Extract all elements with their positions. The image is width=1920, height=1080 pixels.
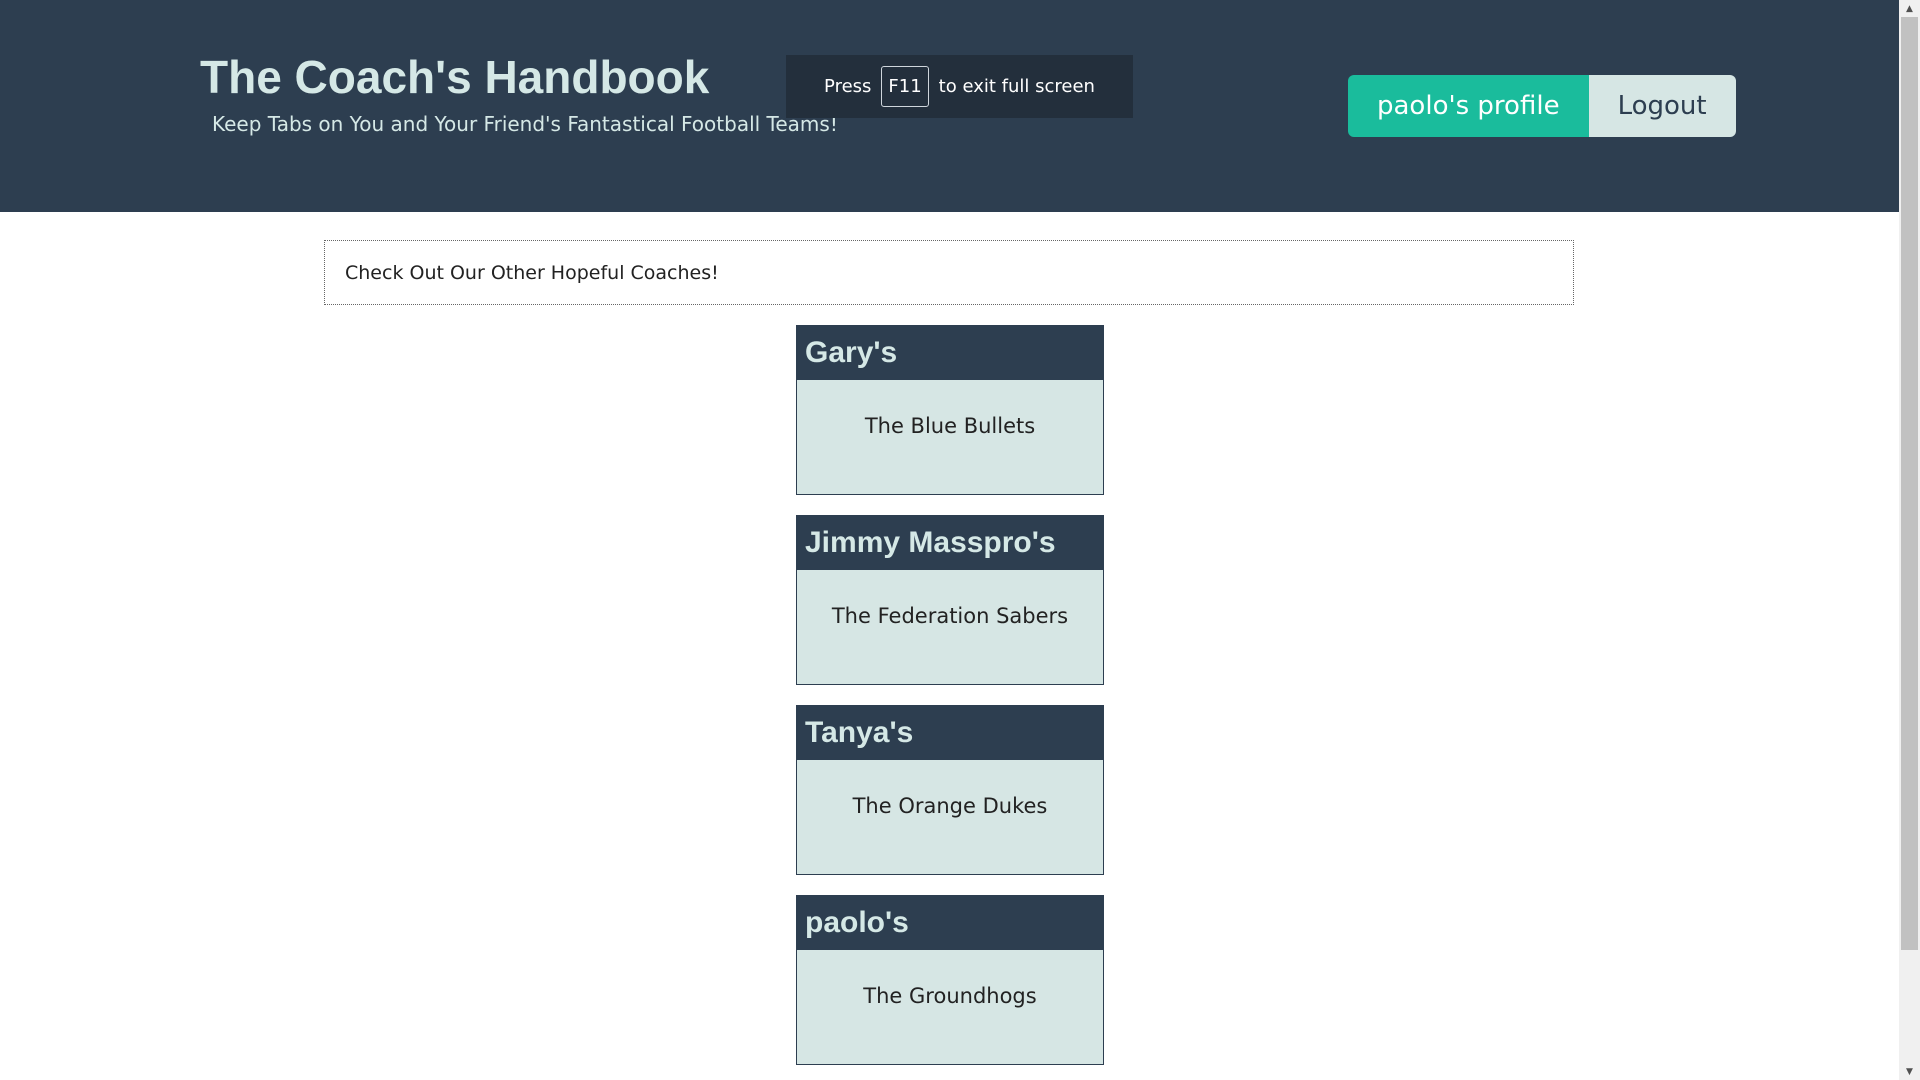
banner-text: Check Out Our Other Hopeful Coaches! [345, 261, 719, 284]
coach-card[interactable]: paolo's The Groundhogs [796, 895, 1104, 1065]
coach-team-name: The Groundhogs [863, 984, 1037, 1008]
coach-owner-name: Gary's [797, 326, 1103, 380]
coach-team-name: The Blue Bullets [864, 414, 1036, 438]
coach-team-name: The Federation Sabers [831, 604, 1069, 628]
coach-card-list: Gary's The Blue Bullets Jimmy Masspro's … [796, 325, 1104, 1065]
fullscreen-notice: Press F11 to exit full screen [786, 55, 1133, 118]
header-button-group: paolo's profile Logout [1348, 75, 1736, 137]
fullscreen-notice-after: to exit full screen [938, 76, 1095, 97]
fullscreen-notice-before: Press [824, 76, 872, 97]
coach-owner-name: paolo's [797, 896, 1103, 950]
profile-button[interactable]: paolo's profile [1348, 75, 1589, 137]
coach-card[interactable]: Tanya's The Orange Dukes [796, 705, 1104, 875]
coaches-banner: Check Out Our Other Hopeful Coaches! [324, 240, 1574, 305]
scrollbar-thumb[interactable] [1901, 17, 1918, 950]
site-title: The Coach's Handbook [200, 51, 710, 103]
coach-team-name: The Orange Dukes [852, 794, 1048, 818]
coach-owner-name: Jimmy Masspro's [797, 516, 1103, 570]
f11-key-badge: F11 [881, 66, 929, 107]
coach-card[interactable]: Jimmy Masspro's The Federation Sabers [796, 515, 1104, 685]
coach-card[interactable]: Gary's The Blue Bullets [796, 325, 1104, 495]
site-subtitle: Keep Tabs on You and Your Friend's Fanta… [212, 112, 838, 136]
logout-button[interactable]: Logout [1588, 75, 1736, 137]
site-header: The Coach's Handbook Keep Tabs on You an… [0, 0, 1899, 212]
coach-owner-name: Tanya's [797, 706, 1103, 760]
scroll-down-arrow-icon[interactable]: ▼ [1899, 1063, 1920, 1080]
scroll-up-arrow-icon[interactable]: ▲ [1899, 0, 1920, 17]
vertical-scrollbar[interactable]: ▲ ▼ [1899, 0, 1920, 1080]
